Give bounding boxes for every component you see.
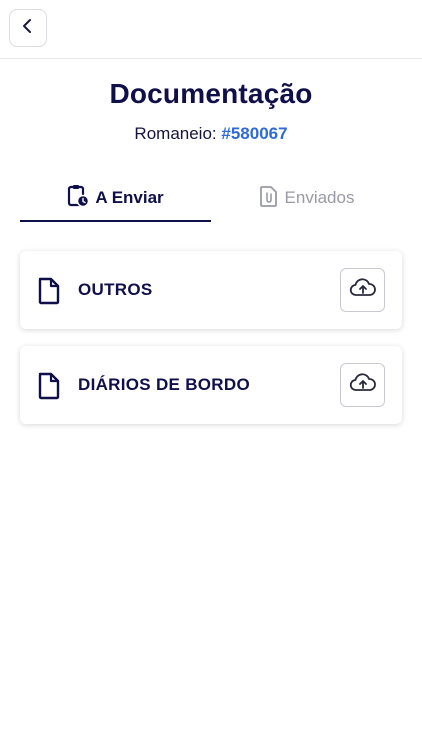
document-label: OUTROS [78,280,153,299]
file-icon [38,277,60,305]
tab-enviados-label: Enviados [284,188,355,207]
romaneio-label: Romaneio: [134,124,217,143]
tab-a-enviar-label: A Enviar [95,188,164,207]
top-bar [0,0,422,59]
document-card-diarios-de-bordo[interactable]: DIÁRIOS DE BORDO [20,346,402,424]
page-title: Documentação [109,78,313,109]
upload-button[interactable] [340,363,385,407]
cloud-upload-icon [349,277,377,303]
cloud-upload-icon [349,372,377,398]
clipboard-clock-icon [67,184,90,213]
tab-enviados[interactable]: Enviados [211,176,402,220]
documentation-screen: Documentação Romaneio: #580067 A Enviar [0,0,422,750]
back-button[interactable] [9,9,47,47]
upload-button[interactable] [340,268,385,312]
chevron-left-icon [21,18,35,39]
tab-a-enviar[interactable]: A Enviar [20,176,211,222]
romaneio-number: #580067 [221,124,288,143]
file-icon [38,372,60,400]
tab-bar: A Enviar Enviados [20,176,402,222]
document-label: DIÁRIOS DE BORDO [78,375,250,394]
file-attachment-icon [259,184,279,213]
romaneio-line: Romaneio: #580067 [0,124,422,144]
document-card-outros[interactable]: OUTROS [20,251,402,329]
